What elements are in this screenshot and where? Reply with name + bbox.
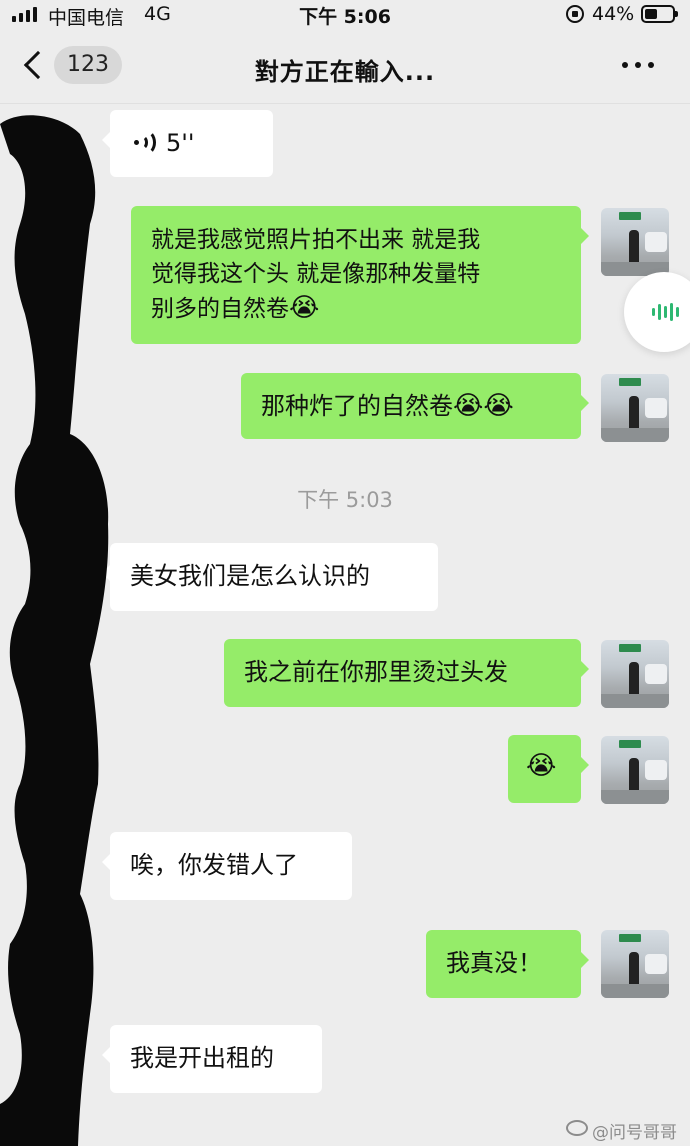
more-dot-icon <box>635 62 641 68</box>
my-avatar[interactable] <box>601 736 669 804</box>
rotation-lock-icon <box>566 5 584 23</box>
message-text: 我之前在你那里烫过头发 <box>244 658 508 686</box>
redaction-scribble <box>0 115 109 1146</box>
more-dot-icon <box>648 62 654 68</box>
battery-percent: 44% <box>592 3 635 25</box>
emoji-message-bubble[interactable]: 😭 <box>508 735 589 803</box>
my-avatar[interactable] <box>601 374 669 442</box>
message-bubble-incoming[interactable]: 唉，你发错人了 <box>102 832 352 900</box>
message-text: 那种炸了的自然卷 <box>261 392 453 420</box>
message-line: 别多的自然卷😭 <box>151 291 561 326</box>
status-bar: 中国电信 4G 下午 5:06 44% <box>0 0 690 30</box>
crying-emoji-icon: 😭 <box>526 751 557 781</box>
message-bubble-outgoing[interactable]: 我之前在你那里烫过头发 <box>224 639 589 707</box>
my-avatar[interactable] <box>601 208 669 276</box>
audio-wave-icon <box>652 302 679 322</box>
message-line-text: 别多的自然卷 <box>151 296 289 322</box>
watermark: @问号哥哥 <box>592 1123 677 1143</box>
message-line: 就是我感觉照片拍不出来 就是我 <box>151 227 481 253</box>
my-avatar[interactable] <box>601 930 669 998</box>
chat-header: 123 對方正在輸入... <box>0 30 690 104</box>
message-text: 我是开出租的 <box>130 1044 274 1072</box>
message-bubble-outgoing[interactable]: 那种炸了的自然卷😭😭 <box>241 373 589 439</box>
voice-wave-icon <box>134 130 156 156</box>
message-bubble-incoming[interactable]: 美女我们是怎么认识的 <box>102 543 438 611</box>
status-time: 下午 5:06 <box>299 6 391 28</box>
chat-title: 對方正在輸入... <box>254 58 436 86</box>
voice-duration: 5'' <box>166 129 195 157</box>
more-dot-icon <box>622 62 628 68</box>
weibo-logo-icon <box>566 1120 588 1136</box>
message-bubble-outgoing[interactable]: 我真没！ <box>426 930 589 998</box>
crying-emoji-icon: 😭 <box>289 293 320 323</box>
message-text: 唉，你发错人了 <box>130 851 298 879</box>
crying-emoji-icon: 😭😭 <box>453 391 514 421</box>
voice-message-bubble[interactable]: 5'' <box>102 110 273 177</box>
battery-icon <box>641 5 678 23</box>
message-text: 我真没！ <box>446 949 542 977</box>
more-options-button[interactable] <box>622 62 666 72</box>
floating-voice-button[interactable] <box>624 272 690 352</box>
message-text: 美女我们是怎么认识的 <box>130 562 370 590</box>
my-avatar[interactable] <box>601 640 669 708</box>
message-line: 觉得我这个头 就是像那种发量特 <box>151 261 481 287</box>
message-bubble-outgoing[interactable]: 就是我感觉照片拍不出来 就是我 觉得我这个头 就是像那种发量特 别多的自然卷😭 <box>131 206 589 344</box>
message-bubble-incoming[interactable]: 我是开出租的 <box>102 1025 322 1093</box>
